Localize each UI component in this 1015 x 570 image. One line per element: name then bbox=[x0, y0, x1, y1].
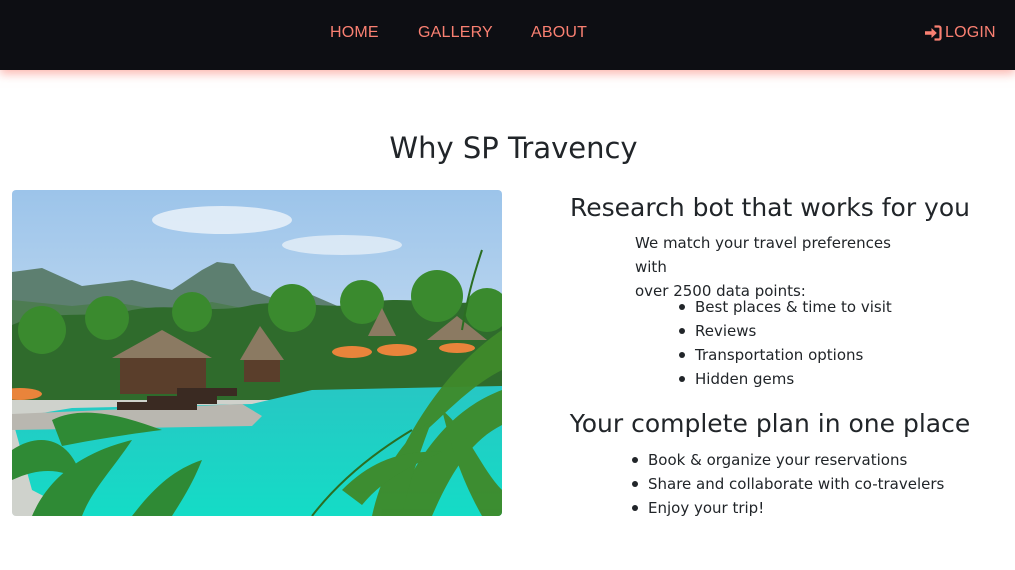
research-heading: Research bot that works for you bbox=[570, 193, 970, 222]
list-item: Enjoy your trip! bbox=[630, 496, 944, 520]
list-item: Transportation options bbox=[677, 343, 892, 367]
list-item: Book & organize your reservations bbox=[630, 448, 944, 472]
list-item: Best places & time to visit bbox=[677, 295, 892, 319]
resort-pool-image bbox=[12, 190, 502, 516]
nav-link-gallery[interactable]: GALLERY bbox=[418, 23, 493, 43]
list-item: Share and collaborate with co-travelers bbox=[630, 472, 944, 496]
research-intro: We match your travel preferences with ov… bbox=[635, 231, 925, 303]
login-button[interactable]: LOGIN bbox=[924, 23, 996, 43]
login-label: LOGIN bbox=[945, 24, 996, 41]
top-navbar: HOME GALLERY ABOUT LOGIN bbox=[0, 0, 1015, 70]
list-item: Reviews bbox=[677, 319, 892, 343]
nav-link-home[interactable]: HOME bbox=[330, 23, 379, 43]
plan-feature-list: Book & organize your reservations Share … bbox=[630, 448, 944, 520]
nav-link-about[interactable]: ABOUT bbox=[531, 23, 587, 43]
research-intro-line: We match your travel preferences with bbox=[635, 234, 891, 276]
sign-in-icon bbox=[925, 25, 942, 41]
page-title: Why SP Travency bbox=[389, 131, 638, 165]
research-feature-list: Best places & time to visit Reviews Tran… bbox=[677, 295, 892, 391]
list-item: Hidden gems bbox=[677, 367, 892, 391]
plan-heading: Your complete plan in one place bbox=[569, 409, 971, 438]
